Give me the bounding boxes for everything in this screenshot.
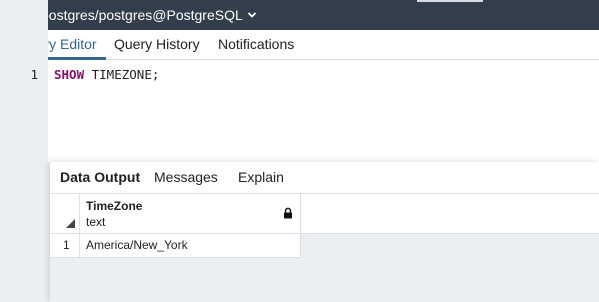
code-line[interactable]: SHOW TIMEZONE;	[54, 67, 159, 82]
sql-text: TIMEZONE;	[84, 67, 160, 82]
tab-messages[interactable]: Messages	[154, 162, 218, 194]
tab-notifications[interactable]: Notifications	[209, 30, 303, 60]
grid-header-row: TimeZone text	[50, 194, 599, 234]
result-panel: Data Output Messages Explain TimeZone te…	[50, 162, 599, 302]
row-number[interactable]: 1	[50, 234, 80, 257]
result-tabs: Data Output Messages Explain	[50, 162, 599, 194]
sql-editor[interactable]: 1 SHOW TIMEZONE;	[0, 60, 599, 162]
column-header-timezone[interactable]: TimeZone text	[80, 194, 301, 234]
column-name: TimeZone	[86, 199, 143, 213]
data-grid: TimeZone text 1 America/New_York	[50, 194, 599, 302]
select-all-corner[interactable]	[50, 194, 80, 234]
tab-query-history[interactable]: Query History	[105, 30, 209, 60]
query-tool-window: postgres/postgres@PostgreSQL Query Edito…	[0, 0, 599, 302]
line-number: 1	[30, 67, 38, 82]
table-row[interactable]: 1 America/New_York	[50, 234, 301, 258]
lock-icon	[284, 207, 292, 219]
connection-label[interactable]: postgres/postgres@PostgreSQL	[41, 0, 243, 30]
line-gutter-overlay: 1	[0, 60, 48, 302]
sql-keyword: SHOW	[54, 67, 85, 82]
chevron-down-icon[interactable]	[247, 11, 257, 19]
tab-explain[interactable]: Explain	[238, 162, 284, 194]
tab-data-output[interactable]: Data Output	[60, 162, 140, 194]
editor-tabs: Query Editor Query History Notifications	[0, 30, 599, 60]
toolbar-edge	[417, 0, 483, 2]
corner-triangle-icon	[66, 219, 75, 228]
column-type: text	[86, 215, 106, 229]
table-cell[interactable]: America/New_York	[86, 234, 188, 257]
connection-bar: postgres/postgres@PostgreSQL	[0, 0, 599, 30]
